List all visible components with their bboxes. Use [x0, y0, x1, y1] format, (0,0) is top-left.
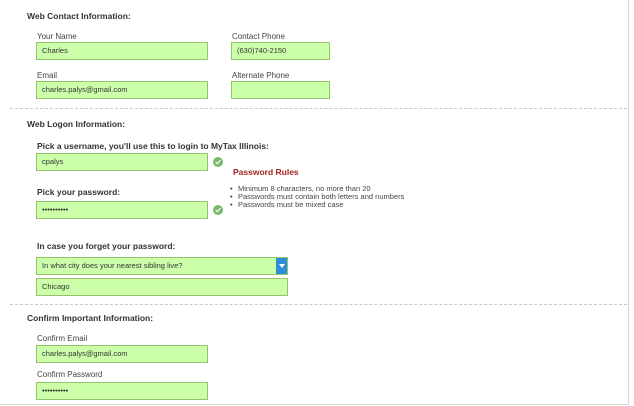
- web-logon-title: Web Logon Information:: [27, 119, 126, 129]
- email-label: Email: [37, 71, 58, 80]
- security-question-select[interactable]: In what city does your nearest sibling l…: [36, 257, 288, 275]
- username-label: Pick a username, you'll use this to logi…: [37, 141, 269, 151]
- security-question-value: In what city does your nearest sibling l…: [42, 261, 183, 270]
- contact-phone-input[interactable]: (630)740-2150: [231, 42, 330, 60]
- password-rules-list: • Minimum 8 characters, no more than 20 •…: [230, 185, 404, 209]
- confirm-password-input[interactable]: ••••••••••: [36, 382, 208, 400]
- section-divider: [10, 304, 627, 305]
- password-rules-title: Password Rules: [233, 167, 299, 177]
- form-panel: Web Contact Information: Your Name Charl…: [0, 0, 629, 405]
- section-divider: [10, 108, 627, 109]
- alternate-phone-input[interactable]: [231, 81, 330, 99]
- password-label: Pick your password:: [37, 187, 121, 197]
- confirm-email-label: Confirm Email: [37, 334, 88, 343]
- confirm-title: Confirm Important Information:: [27, 313, 154, 323]
- your-name-input[interactable]: Charles: [36, 42, 208, 60]
- email-input[interactable]: charles.palys@gmail.com: [36, 81, 208, 99]
- contact-phone-label: Contact Phone: [232, 32, 285, 41]
- chevron-down-icon[interactable]: [276, 258, 287, 274]
- password-input[interactable]: ••••••••••: [36, 201, 208, 219]
- security-answer-input[interactable]: Chicago: [36, 278, 288, 296]
- your-name-label: Your Name: [37, 32, 77, 41]
- check-circle-icon: [213, 205, 223, 215]
- username-input[interactable]: cpalys: [36, 153, 208, 171]
- check-circle-icon: [213, 157, 223, 167]
- forget-password-label: In case you forget your password:: [37, 241, 176, 251]
- confirm-email-input[interactable]: charles.palys@gmail.com: [36, 345, 208, 363]
- web-contact-title: Web Contact Information:: [27, 11, 131, 21]
- confirm-password-label: Confirm Password: [37, 370, 103, 379]
- alternate-phone-label: Alternate Phone: [232, 71, 290, 80]
- password-rule-item: • Passwords must be mixed case: [230, 200, 344, 209]
